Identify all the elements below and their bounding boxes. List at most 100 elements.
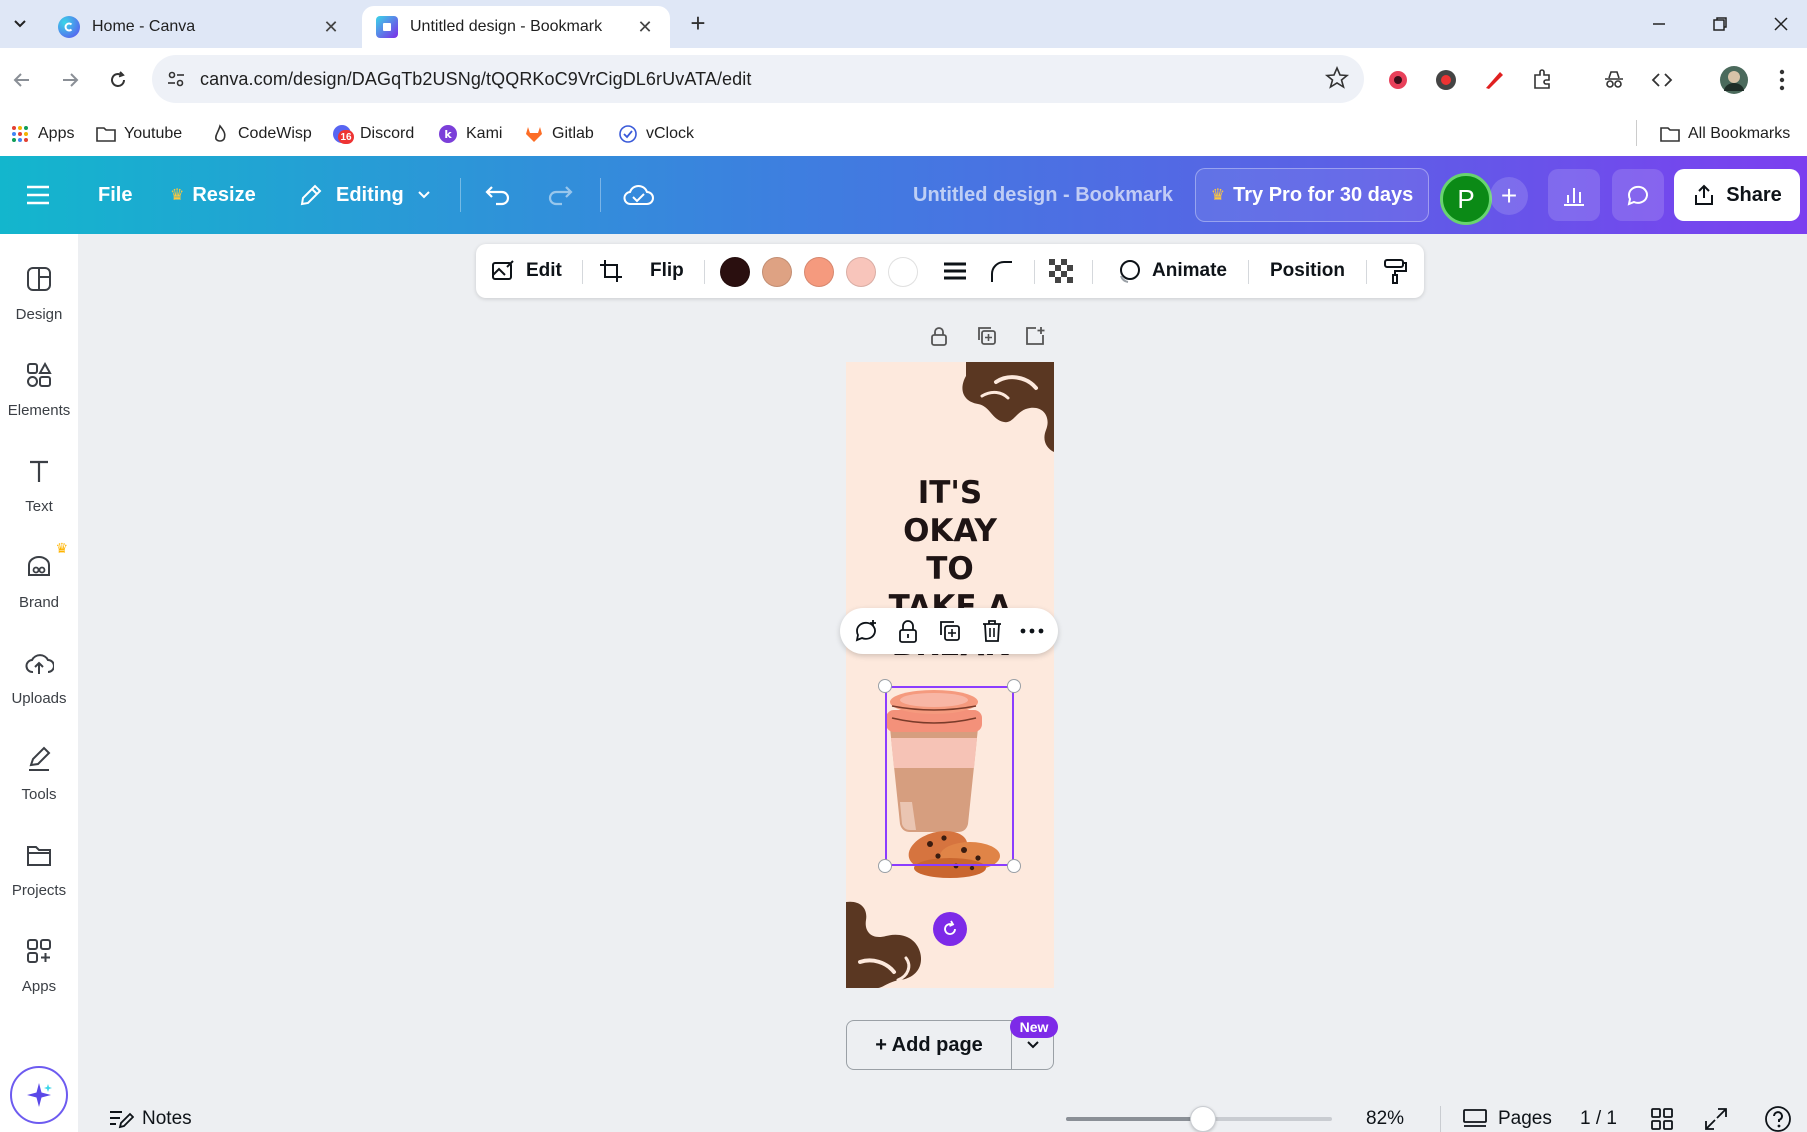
copy-style-button[interactable] — [1382, 244, 1408, 298]
extension-pen-icon[interactable] — [1478, 64, 1510, 96]
pages-button[interactable]: Pages — [1462, 1104, 1552, 1132]
bookmark-vclock[interactable]: vClock — [618, 122, 694, 146]
close-window-icon[interactable] — [1757, 6, 1805, 42]
extensions-puzzle-icon[interactable] — [1526, 64, 1558, 96]
add-comment-icon[interactable] — [852, 617, 880, 645]
sidebar-item-projects[interactable]: Projects — [0, 828, 78, 914]
code-icon[interactable] — [1646, 64, 1678, 96]
try-pro-button[interactable]: ♛ Try Pro for 30 days — [1195, 168, 1429, 222]
cloud-save-status[interactable] — [622, 156, 654, 234]
add-page-icon[interactable] — [1021, 322, 1049, 350]
position-button[interactable]: Position — [1270, 244, 1345, 298]
redo-button[interactable] — [546, 156, 574, 234]
selected-element-frame[interactable] — [885, 686, 1014, 866]
resize-handle-top-left[interactable] — [878, 679, 892, 693]
close-tab-icon[interactable]: ✕ — [634, 16, 656, 38]
tab-home-canva[interactable]: Home - Canva ✕ — [44, 6, 356, 48]
more-options-icon[interactable] — [1018, 617, 1046, 645]
design-page-bookmark[interactable]: IT'S OKAY TO TAKE A BREAK — [846, 362, 1054, 988]
color-swatch[interactable] — [762, 257, 792, 287]
bookmark-all-bookmarks[interactable]: All Bookmarks — [1660, 122, 1790, 146]
notes-button[interactable]: Notes — [108, 1104, 192, 1132]
browser-menu-icon[interactable] — [1766, 64, 1798, 96]
color-swatch[interactable] — [846, 257, 876, 287]
color-swatch[interactable] — [720, 257, 750, 287]
duplicate-element-icon[interactable] — [936, 617, 964, 645]
resize-handle-top-right[interactable] — [1007, 679, 1021, 693]
address-bar[interactable]: canva.com/design/DAGqTb2USNg/tQQRKoC9VrC… — [152, 55, 1364, 103]
invite-plus-button[interactable]: + — [1490, 177, 1528, 215]
share-button[interactable]: Share — [1674, 169, 1800, 221]
extension-red-icon[interactable] — [1382, 64, 1414, 96]
sidebar-item-brand[interactable]: ♛ Brand — [0, 540, 78, 626]
delete-element-icon[interactable] — [978, 617, 1006, 645]
zoom-slider[interactable] — [1066, 1106, 1332, 1132]
grid-view-button[interactable] — [1650, 1104, 1674, 1132]
canva-header: File ♛ Resize Editing Untitled design - … — [0, 156, 1807, 234]
help-button[interactable] — [1764, 1104, 1792, 1132]
incognito-icon[interactable] — [1598, 64, 1630, 96]
add-page-button[interactable]: + Add page — [847, 1021, 1011, 1069]
toolbar-divider — [582, 260, 583, 284]
tab-search-button[interactable] — [6, 10, 34, 38]
sidebar-item-elements[interactable]: Elements — [0, 348, 78, 434]
canva-favicon-icon — [58, 16, 80, 38]
bookmark-gitlab[interactable]: Gitlab — [524, 122, 594, 146]
close-tab-icon[interactable]: ✕ — [320, 16, 342, 38]
insights-button[interactable] — [1548, 169, 1600, 221]
crop-button[interactable] — [598, 244, 624, 298]
comment-icon — [1627, 185, 1648, 206]
resize-button[interactable]: ♛ Resize — [170, 156, 256, 234]
sidebar-item-design[interactable]: Design — [0, 252, 78, 338]
design-title[interactable]: Untitled design - Bookmark — [913, 156, 1173, 234]
page-counter[interactable]: 1 / 1 — [1580, 1104, 1617, 1132]
new-tab-button[interactable]: + — [684, 10, 712, 38]
extension-record-icon[interactable] — [1430, 64, 1462, 96]
zoom-level[interactable]: 82% — [1366, 1104, 1404, 1132]
back-icon[interactable] — [2, 60, 42, 100]
site-info-icon[interactable] — [164, 67, 188, 91]
fullscreen-button[interactable] — [1704, 1104, 1728, 1132]
resize-handle-bottom-left[interactable] — [878, 859, 892, 873]
profile-avatar-icon[interactable] — [1718, 64, 1750, 96]
border-style-button[interactable] — [942, 244, 968, 298]
edit-label: Edit — [526, 260, 562, 281]
bookmark-star-icon[interactable] — [1324, 65, 1350, 91]
sidebar-item-text[interactable]: Text — [0, 444, 78, 530]
restore-icon[interactable] — [1696, 6, 1744, 42]
transparency-button[interactable] — [1048, 244, 1074, 298]
bookmark-kami[interactable]: k Kami — [438, 122, 502, 146]
toolbar-divider — [1092, 260, 1093, 284]
file-menu-button[interactable]: File — [98, 156, 132, 234]
reload-icon[interactable] — [98, 60, 138, 100]
minimize-icon[interactable] — [1635, 6, 1683, 42]
corner-rounding-button[interactable] — [988, 244, 1014, 298]
forward-icon[interactable] — [50, 60, 90, 100]
rotate-handle[interactable] — [933, 912, 967, 946]
bookmark-youtube[interactable]: Youtube — [96, 122, 182, 146]
comments-button[interactable] — [1612, 169, 1664, 221]
sidebar-item-tools[interactable]: Tools — [0, 732, 78, 818]
bookmark-apps[interactable]: Apps — [10, 122, 74, 146]
sidebar-item-uploads[interactable]: Uploads — [0, 636, 78, 722]
editing-mode-button[interactable]: Editing — [298, 156, 432, 234]
duplicate-page-icon[interactable] — [973, 322, 1001, 350]
tab-untitled-design[interactable]: Untitled design - Bookmark ✕ — [362, 6, 670, 48]
sidebar-item-apps[interactable]: Apps — [0, 924, 78, 1010]
main-menu-button[interactable] — [24, 156, 52, 234]
user-avatar[interactable]: P — [1440, 173, 1492, 225]
edit-image-button[interactable]: Edit — [490, 244, 562, 298]
animate-button[interactable]: Animate — [1116, 244, 1227, 298]
zoom-slider-thumb[interactable] — [1189, 1106, 1216, 1132]
bookmark-discord[interactable]: 16 Discord — [332, 122, 414, 146]
undo-button[interactable] — [484, 156, 512, 234]
flip-button[interactable]: Flip — [650, 244, 684, 298]
bookmark-codewisp[interactable]: CodeWisp — [210, 122, 312, 146]
image-context-toolbar: Edit Flip Animate Position — [476, 244, 1424, 298]
lock-page-icon[interactable] — [925, 322, 953, 350]
color-swatch[interactable] — [804, 257, 834, 287]
color-swatch[interactable] — [888, 257, 918, 287]
magic-assistant-button[interactable] — [10, 1066, 68, 1124]
lock-element-icon[interactable] — [894, 617, 922, 645]
resize-handle-bottom-right[interactable] — [1007, 859, 1021, 873]
